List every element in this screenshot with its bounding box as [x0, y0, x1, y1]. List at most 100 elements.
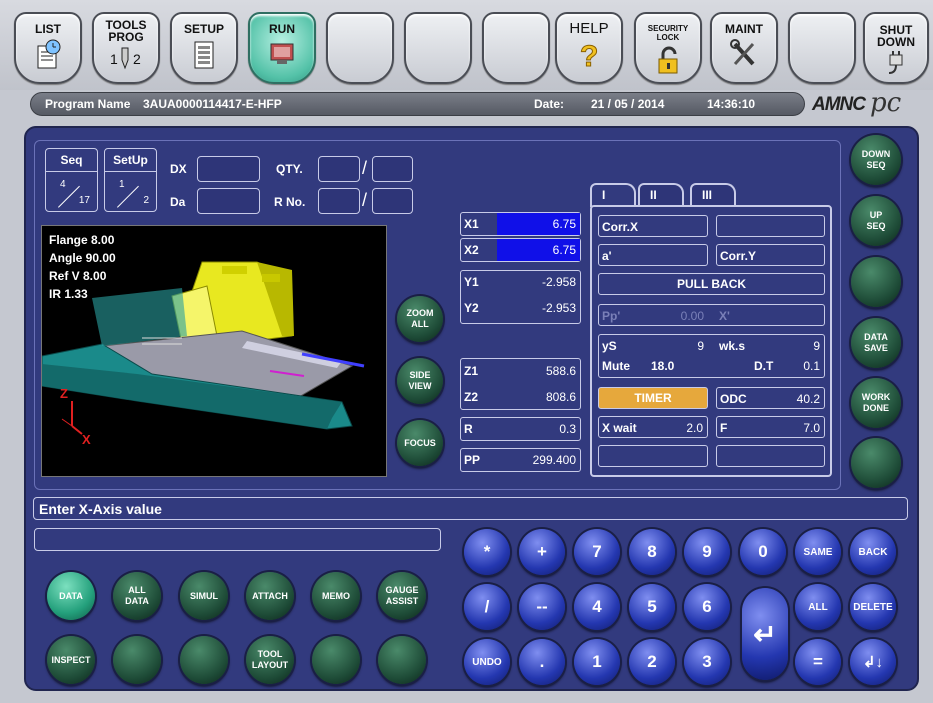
blank-bottom-button-1[interactable]	[113, 636, 161, 684]
key-minus[interactable]: --	[519, 584, 565, 630]
setup-button[interactable]: SETUP	[170, 12, 238, 84]
date-label: Date:	[534, 97, 565, 111]
x-wait-field[interactable]: X wait 2.0	[598, 416, 708, 438]
blank-right-button-1[interactable]	[851, 257, 901, 307]
back-button[interactable]: BACK	[850, 529, 896, 575]
tab-iii[interactable]: III	[690, 183, 736, 207]
key-divide[interactable]: /	[464, 584, 510, 630]
work-done-button[interactable]: WORK DONE	[851, 378, 901, 428]
blank-bottom-button-3[interactable]	[312, 636, 360, 684]
r-field[interactable]: R 0.3	[460, 417, 581, 441]
focus-button[interactable]: FOCUS	[397, 420, 443, 466]
top-toolbar: LIST TOOLS PROG 12 SETUP RUN HELP ? SECU…	[0, 0, 933, 90]
zoom-all-button[interactable]: ZOOM ALL	[397, 296, 443, 342]
key-1[interactable]: 1	[574, 639, 620, 685]
input-field[interactable]	[34, 528, 441, 551]
key-4[interactable]: 4	[574, 584, 620, 630]
same-button[interactable]: SAME	[795, 529, 841, 575]
ys-mute-field[interactable]: yS 9 wk.s 9 Mute 18.0 D.T 0.1	[598, 334, 825, 378]
pp-field[interactable]: PP 299.400	[460, 448, 581, 472]
blank-button-2[interactable]	[404, 12, 472, 84]
z-axes-field[interactable]: Z1 588.6 Z2 808.6	[460, 358, 581, 410]
key-6[interactable]: 6	[684, 584, 730, 630]
time-value: 14:36:10	[707, 97, 756, 111]
key-9[interactable]: 9	[684, 529, 730, 575]
x2-field[interactable]: X2 6.75	[460, 238, 581, 262]
shut-down-button[interactable]: SHUT DOWN	[863, 12, 929, 84]
blank-param-1[interactable]	[716, 215, 825, 237]
key-8[interactable]: 8	[629, 529, 675, 575]
key-equals[interactable]: =	[795, 639, 841, 685]
key-7[interactable]: 7	[574, 529, 620, 575]
message-bar: Enter X-Axis value	[33, 497, 908, 520]
question-icon: ?	[580, 40, 599, 73]
odc-field[interactable]: ODC 40.2	[716, 387, 825, 409]
x1-field[interactable]: X1 6.75	[460, 212, 581, 236]
rno-total-field[interactable]	[372, 188, 413, 214]
side-view-button[interactable]: SIDE VIEW	[397, 358, 443, 404]
3d-viewport[interactable]: Flange 8.00 Angle 90.00 Ref V 8.00 IR 1.…	[41, 225, 387, 477]
x-wait-label: X wait	[602, 421, 637, 435]
key-0[interactable]: 0	[740, 529, 786, 575]
y-axes-field[interactable]: Y1 -2.958 Y2 -2.953	[460, 270, 581, 324]
da-field[interactable]	[197, 188, 260, 214]
seq-label: Seq	[60, 153, 83, 167]
list-button[interactable]: LIST	[14, 12, 82, 84]
dx-label: DX	[170, 162, 187, 176]
undo-button[interactable]: UNDO	[464, 639, 510, 685]
delete-button[interactable]: DELETE	[850, 584, 896, 630]
program-bar: Program Name 3AUA0000114417-E-HFP Date: …	[30, 92, 805, 116]
security-lock-button[interactable]: SECURITY LOCK	[634, 12, 702, 84]
down-seq-button[interactable]: DOWN SEQ	[851, 135, 901, 185]
data-button[interactable]: DATA	[47, 572, 95, 620]
enter-down-button[interactable]: ↲↓	[850, 639, 896, 685]
key-2[interactable]: 2	[629, 639, 675, 685]
blank-right-button-2[interactable]	[851, 438, 901, 488]
blank-param-3[interactable]	[716, 445, 825, 467]
timer-button[interactable]: TIMER	[598, 387, 708, 409]
blank-bottom-button-4[interactable]	[378, 636, 426, 684]
up-seq-button[interactable]: UP SEQ	[851, 196, 901, 246]
dx-field[interactable]	[197, 156, 260, 182]
corr-x-field[interactable]: Corr.X	[598, 215, 708, 237]
data-save-button[interactable]: DATA SAVE	[851, 318, 901, 368]
pull-back-button[interactable]: PULL BACK	[598, 273, 825, 295]
memo-button[interactable]: MEMO	[312, 572, 360, 620]
key-5[interactable]: 5	[629, 584, 675, 630]
tab-i[interactable]: I	[590, 183, 636, 207]
all-data-button[interactable]: ALL DATA	[113, 572, 161, 620]
rno-field[interactable]	[318, 188, 360, 214]
tools-prog-button[interactable]: TOOLS PROG 12	[92, 12, 160, 84]
all-button[interactable]: ALL	[795, 584, 841, 630]
tool-layout-button[interactable]: TOOL LAYOUT	[246, 636, 294, 684]
blank-bottom-button-2[interactable]	[180, 636, 228, 684]
inspect-button[interactable]: INSPECT	[47, 636, 95, 684]
key-decimal[interactable]: .	[519, 639, 565, 685]
blank-button-1[interactable]	[326, 12, 394, 84]
blank-button-4[interactable]	[788, 12, 856, 84]
blank-param-2[interactable]	[598, 445, 708, 467]
a-prime-field[interactable]: a'	[598, 244, 708, 266]
maint-label: MAINT	[725, 22, 763, 36]
pp-prime-field[interactable]: Pp' 0.00 X'	[598, 304, 825, 326]
tab-ii[interactable]: II	[638, 183, 684, 207]
qty-field[interactable]	[318, 156, 360, 182]
qty-total-field[interactable]	[372, 156, 413, 182]
maint-button[interactable]: MAINT	[710, 12, 778, 84]
simul-button[interactable]: SIMUL	[180, 572, 228, 620]
attach-button[interactable]: ATTACH	[246, 572, 294, 620]
blank-button-3[interactable]	[482, 12, 550, 84]
run-button[interactable]: RUN	[248, 12, 316, 84]
key-3[interactable]: 3	[684, 639, 730, 685]
enter-button[interactable]: ↵	[742, 588, 788, 680]
gauge-assist-button[interactable]: GAUGE ASSIST	[378, 572, 426, 620]
key-multiply[interactable]: *	[464, 529, 510, 575]
date-value: 21 / 05 / 2014	[591, 97, 665, 111]
key-plus[interactable]: +	[519, 529, 565, 575]
help-button[interactable]: HELP ?	[555, 12, 623, 84]
f-field[interactable]: F 7.0	[716, 416, 825, 438]
seq-total: 17	[78, 195, 90, 206]
amnc-logo: AMNC pc	[812, 88, 902, 118]
corr-y-field[interactable]: Corr.Y	[716, 244, 825, 266]
z2-value: 808.6	[545, 390, 576, 404]
